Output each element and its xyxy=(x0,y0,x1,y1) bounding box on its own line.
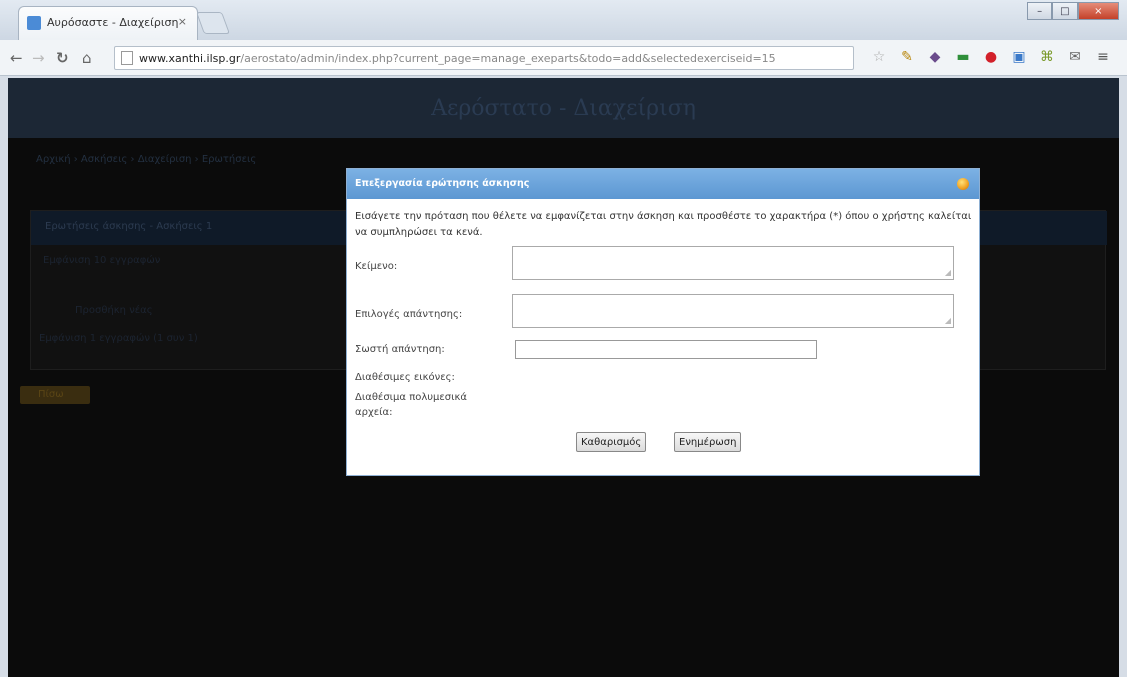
home-icon[interactable]: ⌂ xyxy=(82,49,92,67)
reload-icon[interactable]: ↻ xyxy=(56,49,69,67)
site-header: Αερόστατο - Διαχείριση xyxy=(8,78,1119,138)
extension-pin-icon[interactable]: ✎ xyxy=(898,48,916,66)
available-media-label: Διαθέσιμα πολυμεσικά αρχεία: xyxy=(355,392,468,418)
update-button[interactable]: Ενημέρωση xyxy=(674,432,742,452)
forward-arrow-icon[interactable]: → xyxy=(32,49,45,67)
tab-close-icon[interactable]: × xyxy=(178,15,187,28)
correct-answer-input[interactable] xyxy=(515,340,817,359)
site-favicon-icon xyxy=(27,16,41,30)
available-images-label: Διαθέσιμες εικόνες: xyxy=(355,372,455,383)
back-label: Πίσω xyxy=(38,389,64,400)
window-controls: – □ × xyxy=(1027,2,1120,20)
close-icon[interactable] xyxy=(957,178,969,190)
site-title: Αερόστατο - Διαχείριση xyxy=(431,96,696,121)
text-field[interactable]: ◢ xyxy=(512,246,954,280)
minimize-button[interactable]: – xyxy=(1027,2,1053,20)
answer-choices-field[interactable]: ◢ xyxy=(512,294,954,328)
star-bookmark-icon[interactable]: ☆ xyxy=(870,48,888,66)
answer-choices-label: Επιλογές απάντησης: xyxy=(355,309,463,320)
new-tab-button[interactable] xyxy=(195,12,231,34)
panel-header-text: Ερωτήσεις άσκησης - Ασκήσεις 1 xyxy=(45,221,213,232)
extension-mail-icon[interactable]: ✉ xyxy=(1066,48,1084,66)
page-icon xyxy=(121,51,133,65)
dialog-title: Επεξεργασία ερώτησης άσκησης xyxy=(355,178,530,189)
back-arrow-icon[interactable]: ← xyxy=(10,49,23,67)
table-footer: Εμφάνιση 1 εγγραφών (1 συν 1) xyxy=(39,333,198,344)
browser-toolbar: ← → ↻ ⌂ www.xanthi.ilsp.gr/aerostato/adm… xyxy=(0,40,1127,76)
table-row: Προσθήκη νέας xyxy=(75,305,153,316)
browser-tabstrip: Αυρόσαστε - Διαχείριση × – □ × xyxy=(0,0,1127,40)
text-label: Κείμενο: xyxy=(355,261,398,272)
extension-icons: ☆ ✎ ◆ ▬ ● ▣ ⌘ ✉ ≡ xyxy=(870,48,1112,66)
breadcrumb: Αρχική › Ασκήσεις › Διαχείριση › Ερωτήσε… xyxy=(36,154,257,165)
menu-icon[interactable]: ≡ xyxy=(1094,48,1112,66)
resize-grip-icon[interactable]: ◢ xyxy=(945,269,951,277)
browser-tab[interactable]: Αυρόσαστε - Διαχείριση × xyxy=(18,6,198,40)
correct-answer-label: Σωστή απάντηση: xyxy=(355,344,445,355)
extension-folder-icon[interactable]: ▣ xyxy=(1010,48,1028,66)
maximize-button[interactable]: □ xyxy=(1052,2,1078,20)
edit-question-dialog: Επεξεργασία ερώτησης άσκησης Εισάγετε τη… xyxy=(346,168,980,476)
opera-icon[interactable]: ● xyxy=(982,48,1000,66)
back-button: Πίσω xyxy=(20,386,90,404)
dialog-titlebar[interactable]: Επεξεργασία ερώτησης άσκησης xyxy=(347,169,979,199)
close-window-button[interactable]: × xyxy=(1077,2,1120,20)
extension-cat-icon[interactable]: ◆ xyxy=(926,48,944,66)
extension-lock-icon[interactable]: ⌘ xyxy=(1038,48,1056,66)
address-bar[interactable]: www.xanthi.ilsp.gr/aerostato/admin/index… xyxy=(114,46,854,70)
url-text: www.xanthi.ilsp.gr/aerostato/admin/index… xyxy=(139,52,776,65)
resize-grip-icon[interactable]: ◢ xyxy=(945,317,951,325)
extension-bar-icon[interactable]: ▬ xyxy=(954,48,972,66)
tab-title: Αυρόσαστε - Διαχείριση xyxy=(47,16,179,29)
dialog-instructions: Εισάγετε την πρόταση που θέλετε να εμφαν… xyxy=(355,211,972,238)
clear-button[interactable]: Καθαρισμός xyxy=(576,432,647,452)
records-selector: Εμφάνιση 10 εγγραφών xyxy=(43,255,161,266)
